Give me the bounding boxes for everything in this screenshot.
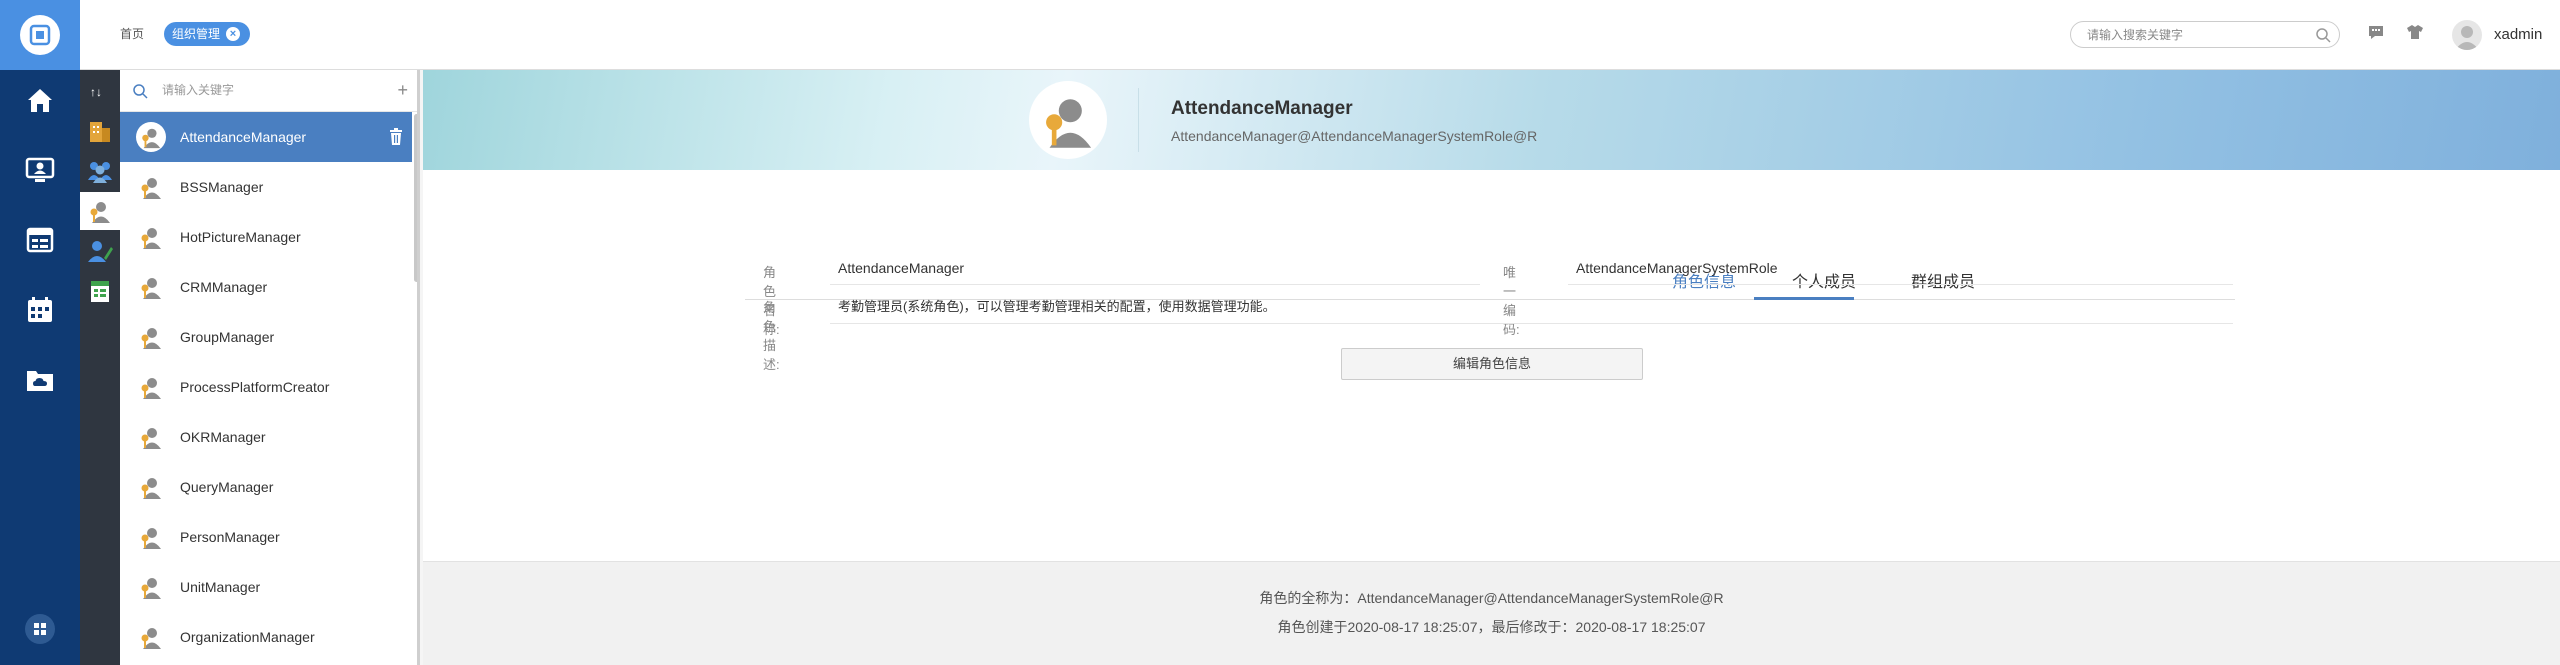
role-desc-label: 角色描述: <box>763 300 780 372</box>
organization-icon[interactable] <box>80 112 120 150</box>
list-item-label: AttendanceManager <box>180 129 307 145</box>
list-scrollbar[interactable] <box>414 114 417 282</box>
search-icon[interactable] <box>132 83 148 104</box>
monitor-user-icon[interactable] <box>0 150 80 190</box>
role-icon[interactable] <box>80 192 120 230</box>
role-avatar <box>1029 81 1107 159</box>
role-distinguished-name: AttendanceManager@AttendanceManagerSyste… <box>1171 128 1538 144</box>
list-item[interactable]: ProcessPlatformCreator <box>120 362 412 412</box>
person-edit-icon[interactable] <box>80 232 120 270</box>
skin-shirt-icon[interactable] <box>2406 23 2424 46</box>
role-detail-panel: AttendanceManager AttendanceManager@Atte… <box>423 70 2560 665</box>
list-search: + <box>120 70 417 112</box>
timestamps-text: 角色创建于2020-08-17 18:25:07，最后修改于：2020-08-1… <box>1277 619 1706 635</box>
role-icon <box>136 372 166 402</box>
role-icon <box>136 272 166 302</box>
sort-icon[interactable]: ↑↓ <box>80 72 120 110</box>
list-item[interactable]: GroupManager <box>120 312 412 362</box>
role-desc-value: 考勤管理员(系统角色)，可以管理考勤管理相关的配置，使用数据管理功能。 <box>830 296 2233 324</box>
list-item-label: ProcessPlatformCreator <box>180 379 330 395</box>
role-footer: 角色的全称为：AttendanceManager@AttendanceManag… <box>423 561 2560 665</box>
add-role-icon[interactable]: + <box>397 80 408 101</box>
apps-grid-icon[interactable] <box>25 614 55 644</box>
list-item-label: OKRManager <box>180 429 266 445</box>
list-item-label: PersonManager <box>180 529 280 545</box>
close-tab-icon[interactable]: × <box>226 27 241 41</box>
banner-divider <box>1138 88 1139 152</box>
list-item-label: OrganizationManager <box>180 629 315 645</box>
list-item[interactable]: PersonManager <box>120 512 412 562</box>
list-form-icon[interactable] <box>0 220 80 260</box>
global-search-input[interactable] <box>2085 27 2305 43</box>
calendar-icon[interactable] <box>0 290 80 330</box>
logo-icon <box>20 15 60 55</box>
list-item-label: HotPictureManager <box>180 229 301 245</box>
user-name[interactable]: xadmin <box>2494 26 2542 43</box>
home-icon[interactable] <box>0 80 80 120</box>
list-item[interactable]: OrganizationManager <box>120 612 412 662</box>
role-list: AttendanceManager BSSManager HotPictureM… <box>120 112 412 662</box>
list-item[interactable]: CRMManager <box>120 262 412 312</box>
list-item-label: GroupManager <box>180 329 275 345</box>
list-item-label: BSSManager <box>180 179 264 195</box>
search-icon[interactable] <box>2315 27 2331 48</box>
left-nav-rail <box>0 0 80 665</box>
unique-code-value: AttendanceManagerSystemRole <box>1568 260 2233 285</box>
role-icon <box>136 172 166 202</box>
top-bar: 首页 组织管理 × xadmin <box>80 0 2560 70</box>
role-header-banner: AttendanceManager AttendanceManager@Atte… <box>423 70 2560 170</box>
list-item[interactable]: BSSManager <box>120 162 412 212</box>
group-users-icon[interactable] <box>80 152 120 190</box>
role-icon <box>136 122 166 152</box>
edit-role-button[interactable]: 编辑角色信息 <box>1341 348 1643 380</box>
role-icon <box>136 322 166 352</box>
role-icon <box>136 222 166 252</box>
list-item[interactable]: OKRManager <box>120 412 412 462</box>
role-icon <box>136 472 166 502</box>
list-item[interactable]: AttendanceManager <box>120 112 412 162</box>
full-name-text: 角色的全称为：AttendanceManager@AttendanceManag… <box>1259 590 1724 606</box>
role-list-panel: + AttendanceManager BSSManager HotPictur… <box>120 70 420 665</box>
role-icon <box>136 422 166 452</box>
app-logo[interactable] <box>0 0 80 70</box>
role-icon <box>136 622 166 652</box>
list-search-input[interactable] <box>160 82 360 98</box>
list-item-label: CRMManager <box>180 279 268 295</box>
tab-org-management[interactable]: 组织管理 × <box>164 22 251 46</box>
list-item[interactable]: HotPictureManager <box>120 212 412 262</box>
list-item[interactable]: UnitManager <box>120 562 412 612</box>
tab-home[interactable]: 首页 <box>114 22 150 46</box>
tab-label: 组织管理 <box>172 27 221 41</box>
cloud-folder-icon[interactable] <box>0 360 80 400</box>
user-avatar[interactable] <box>2452 20 2482 50</box>
role-icon <box>136 572 166 602</box>
role-icon <box>136 522 166 552</box>
svg-text:↑↓: ↑↓ <box>90 85 102 99</box>
list-item-label: QueryManager <box>180 479 274 495</box>
role-name-title: AttendanceManager <box>1171 98 1353 119</box>
global-search <box>2070 21 2340 48</box>
list-item-label: UnitManager <box>180 579 261 595</box>
delete-icon[interactable] <box>388 128 404 149</box>
module-icon-column: ↑↓ <box>80 70 120 665</box>
role-name-value: AttendanceManager <box>830 260 1480 285</box>
message-icon[interactable] <box>2367 23 2385 46</box>
spreadsheet-icon[interactable] <box>80 272 120 310</box>
list-item[interactable]: QueryManager <box>120 462 412 512</box>
